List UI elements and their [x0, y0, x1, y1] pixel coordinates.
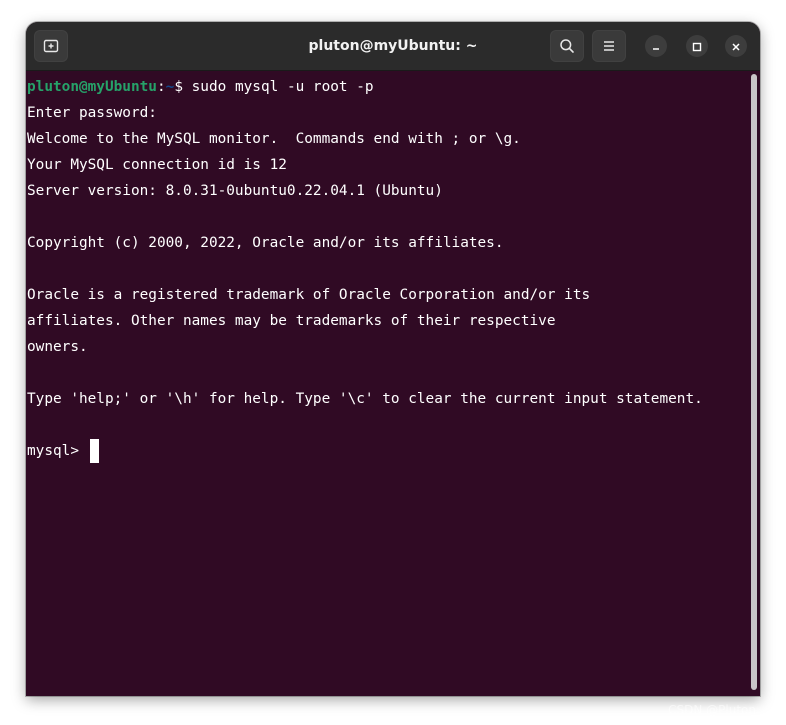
minimize-icon	[651, 37, 661, 56]
maximize-button[interactable]	[686, 35, 708, 57]
output-line: Enter password:	[27, 105, 157, 121]
close-icon	[731, 37, 741, 56]
maximize-icon	[692, 37, 702, 56]
output-line: owners.	[27, 339, 88, 355]
terminal-output[interactable]: pluton@myUbuntu:~$ sudo mysql -u root -p…	[26, 71, 750, 696]
output-line: affiliates. Other names may be trademark…	[27, 313, 556, 329]
prompt-separator: :	[156, 79, 166, 95]
prompt-symbol: $	[174, 79, 192, 95]
prompt-user-host: pluton@myUbuntu	[27, 79, 157, 95]
hamburger-menu-icon	[601, 38, 617, 54]
menu-button[interactable]	[592, 30, 626, 62]
command-prompt-line: pluton@myUbuntu:~$ sudo mysql -u root -p	[27, 74, 374, 100]
output-line: Type 'help;' or '\h' for help. Type '\c'…	[27, 391, 703, 407]
minimize-button[interactable]	[645, 35, 667, 57]
output-line: Copyright (c) 2000, 2022, Oracle and/or …	[27, 235, 504, 251]
search-icon	[559, 38, 575, 54]
new-tab-button[interactable]	[34, 30, 68, 62]
output-line: Server version: 8.0.31-0ubuntu0.22.04.1 …	[27, 183, 443, 199]
new-tab-icon	[43, 38, 59, 54]
terminal-window: pluton@myUbuntu: ~ pluton@myUbuntu:~$ su…	[26, 22, 760, 696]
text-cursor	[90, 439, 99, 463]
watermark: CSDN @Pluton	[668, 703, 756, 717]
output-line: Your MySQL connection id is 12	[27, 157, 287, 173]
output-line: Oracle is a registered trademark of Orac…	[27, 287, 591, 303]
command-text: sudo mysql -u root -p	[191, 79, 374, 95]
search-button[interactable]	[550, 30, 584, 62]
output-line: Welcome to the MySQL monitor. Commands e…	[27, 131, 521, 147]
prompt-path: ~	[165, 79, 175, 95]
mysql-prompt: mysql>	[27, 443, 88, 459]
close-button[interactable]	[725, 35, 747, 57]
titlebar: pluton@myUbuntu: ~	[26, 22, 760, 71]
scrollbar[interactable]	[751, 74, 757, 690]
